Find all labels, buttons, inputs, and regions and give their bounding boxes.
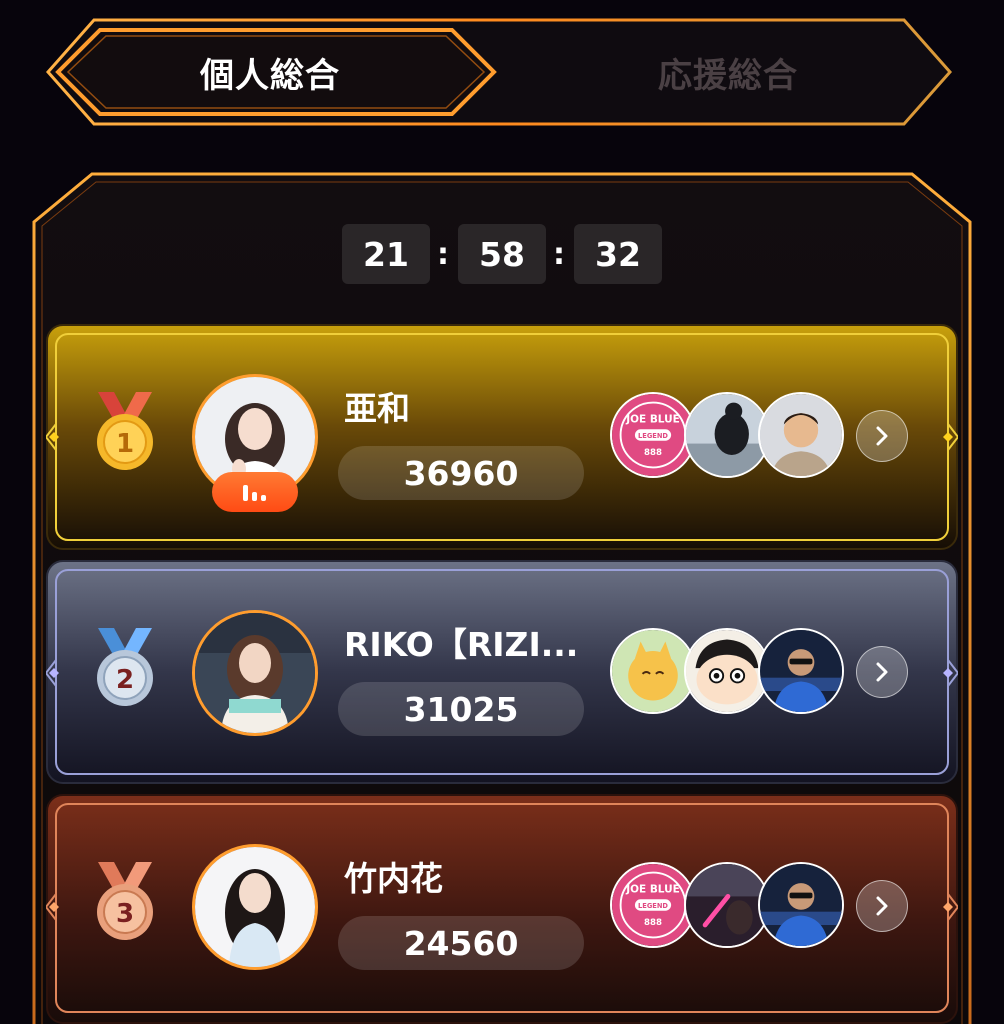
- score-value: 31025: [338, 682, 584, 736]
- chevron-right-icon[interactable]: [856, 646, 908, 698]
- ranking-card-1[interactable]: 1 亜和 36960 JOE BLUE LEGEND 888: [46, 324, 958, 550]
- svg-text:2: 2: [116, 665, 134, 695]
- man-photo-avatar: [758, 392, 844, 478]
- ranking-card-2[interactable]: 2 RIKO【RIZI... 31025: [46, 560, 958, 784]
- streamer-avatar[interactable]: [192, 844, 318, 970]
- supporter-avatars[interactable]: [610, 628, 850, 716]
- timer-hours: 21: [342, 224, 430, 284]
- svg-text:JOE BLUE: JOE BLUE: [625, 414, 680, 426]
- man-sunglasses-avatar: [758, 862, 844, 948]
- streamer-name: RIKO【RIZI...: [344, 625, 579, 664]
- man-sunglasses-avatar: [758, 628, 844, 714]
- timer-minutes: 58: [458, 224, 546, 284]
- supporter-avatars[interactable]: JOE BLUE LEGEND 888: [610, 862, 850, 950]
- streamer-name: 亜和: [344, 389, 410, 428]
- score-value: 36960: [338, 446, 584, 500]
- gold-medal-icon: 1: [92, 390, 158, 474]
- svg-text:1: 1: [116, 429, 134, 459]
- svg-text:LEGEND: LEGEND: [638, 432, 668, 440]
- ranking-card-3[interactable]: 3 竹内花 24560 JOE BLUE LEGEND 888: [46, 794, 958, 1024]
- countdown-timer: 21 : 58 : 32: [0, 224, 1004, 284]
- streamer-name: 竹内花: [344, 859, 443, 898]
- ranking-page: 個人総合 応援総合 21 : 58 : 32 1 亜和 36960 JOE BL…: [0, 0, 1004, 1024]
- chevron-right-icon[interactable]: [856, 410, 908, 462]
- live-indicator-icon: [212, 472, 298, 512]
- svg-text:888: 888: [644, 448, 662, 458]
- timer-separator: :: [553, 236, 565, 272]
- bronze-medal-icon: 3: [92, 860, 158, 944]
- svg-text:888: 888: [644, 918, 662, 928]
- svg-text:3: 3: [116, 899, 134, 929]
- chevron-right-icon[interactable]: [856, 880, 908, 932]
- tab-individual-total[interactable]: 個人総合: [44, 18, 496, 126]
- streamer-avatar[interactable]: [192, 610, 318, 736]
- timer-seconds: 32: [574, 224, 662, 284]
- supporter-avatars[interactable]: JOE BLUE LEGEND 888: [610, 392, 850, 480]
- svg-text:JOE BLUE: JOE BLUE: [625, 884, 680, 896]
- timer-separator: :: [437, 236, 449, 272]
- svg-text:LEGEND: LEGEND: [638, 902, 668, 910]
- silver-medal-icon: 2: [92, 626, 158, 710]
- ranking-tabs: 個人総合 応援総合: [44, 18, 954, 126]
- score-value: 24560: [338, 916, 584, 970]
- tab-support-total[interactable]: 応援総合: [502, 18, 954, 126]
